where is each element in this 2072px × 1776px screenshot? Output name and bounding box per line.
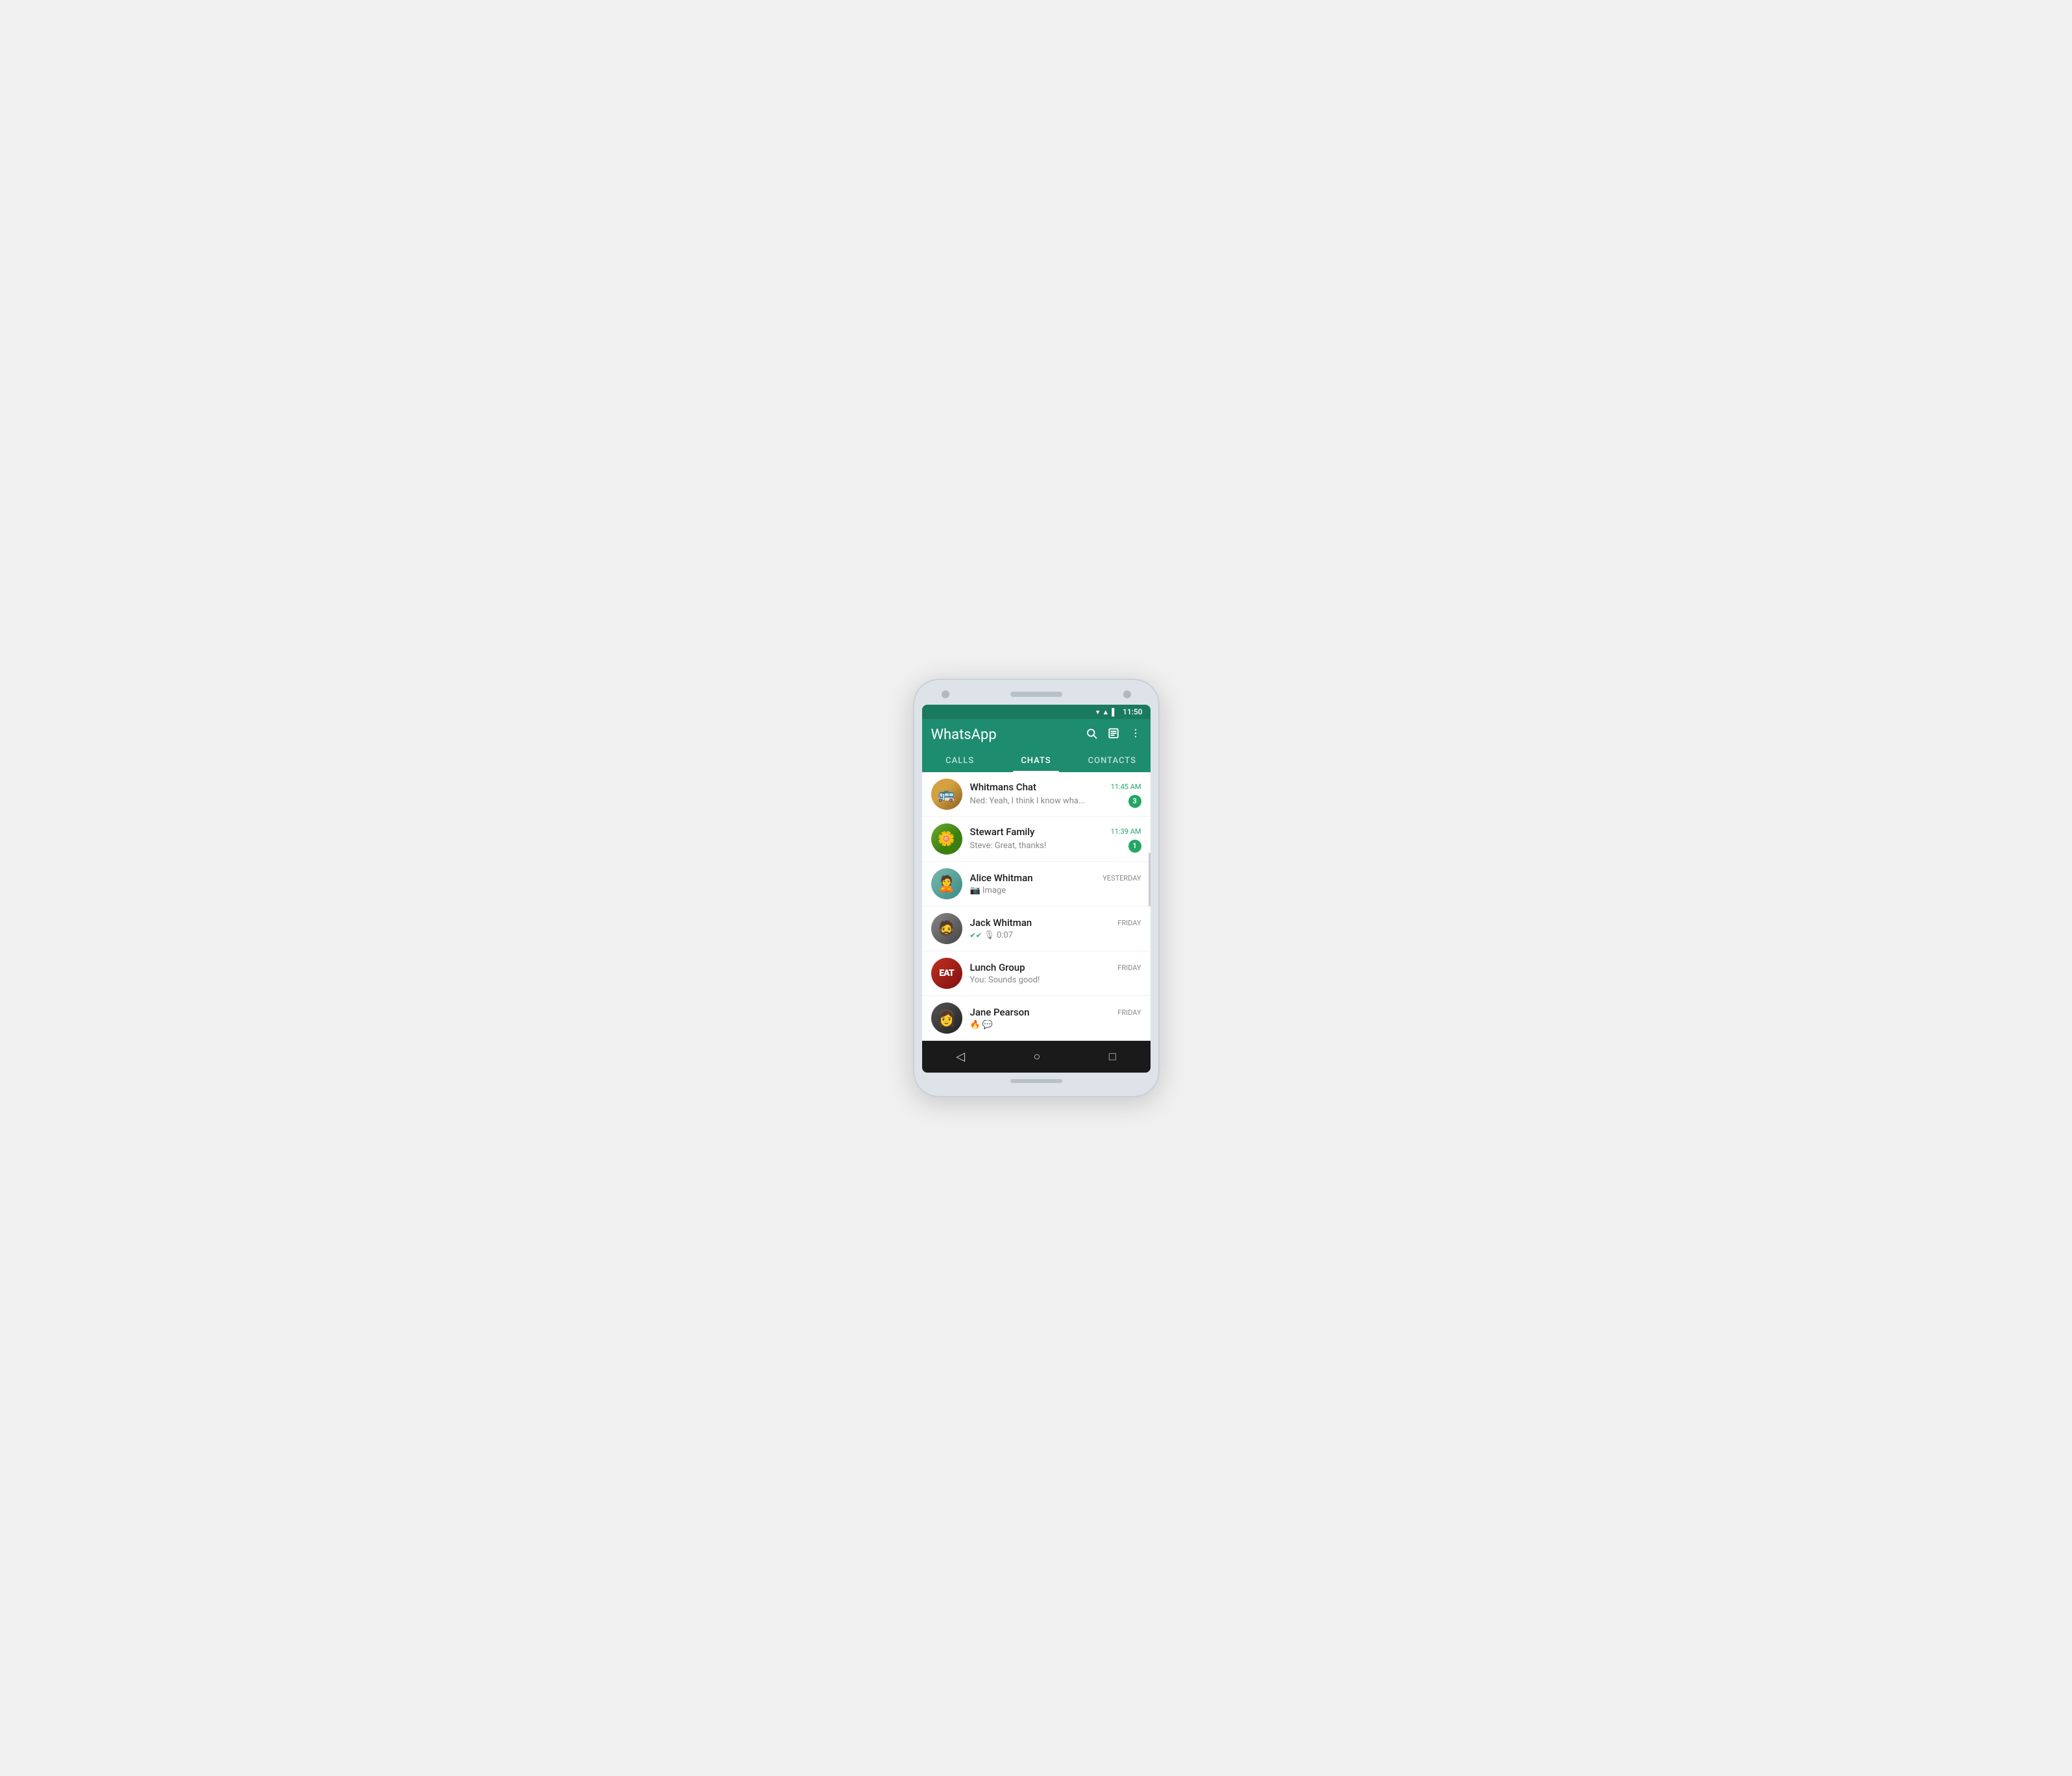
mic-icon: 🎙 — [984, 931, 995, 940]
chat-time-lunch: FRIDAY — [1117, 964, 1141, 972]
chat-time-jane: FRIDAY — [1117, 1008, 1141, 1017]
chat-name-jane: Jane Pearson — [970, 1006, 1030, 1018]
chat-content-jane: Jane Pearson FRIDAY 🔥 💬 — [970, 1006, 1141, 1030]
phone-speaker — [1010, 692, 1062, 697]
phone-top-bar — [922, 690, 1151, 705]
app-title: WhatsApp — [931, 727, 997, 743]
front-camera — [942, 690, 949, 698]
header-actions — [1086, 727, 1141, 742]
signal-icon: ▲ — [1102, 708, 1109, 716]
status-time: 11:50 — [1123, 707, 1142, 716]
chat-top-lunch: Lunch Group FRIDAY — [970, 962, 1141, 973]
avatar-lunch: EAT — [931, 958, 962, 989]
chat-preview-whitmans: Ned: Yeah, I think I know wha... — [970, 796, 1123, 806]
front-camera-2 — [1123, 690, 1131, 698]
unread-badge-stewart: 1 — [1128, 840, 1141, 853]
chat-name-alice: Alice Whitman — [970, 872, 1033, 884]
chat-preview-stewart: Steve: Great, thanks! — [970, 841, 1123, 851]
nav-bar: ◁ ○ □ — [922, 1041, 1151, 1073]
chat-name-lunch: Lunch Group — [970, 962, 1025, 973]
avatar-alice: 🙎 — [931, 868, 962, 899]
chat-item-jack[interactable]: 🧔 Jack Whitman FRIDAY ✔✔ 🎙 0:07 — [922, 906, 1151, 951]
tab-bar: CALLS CHATS CONTACTS — [922, 748, 1151, 772]
recents-button[interactable]: □ — [1109, 1050, 1116, 1064]
battery-icon: ▌ — [1112, 708, 1117, 716]
avatar-stewart: 🌼 — [931, 823, 962, 855]
edit-icon[interactable] — [1108, 727, 1119, 742]
chat-top-jane: Jane Pearson FRIDAY — [970, 1006, 1141, 1018]
chat-top-stewart: Stewart Family 11:39 AM — [970, 826, 1141, 838]
chat-time-whitmans: 11:45 AM — [1111, 783, 1141, 791]
chat-content-lunch: Lunch Group FRIDAY You: Sounds good! — [970, 962, 1141, 985]
avatar-whitmans: 🚌 — [931, 779, 962, 810]
chat-item-whitmans[interactable]: 🚌 Whitmans Chat 11:45 AM Ned: Yeah, I th… — [922, 772, 1151, 817]
chat-content-alice: Alice Whitman YESTERDAY 📷 Image — [970, 872, 1141, 895]
double-check-icon: ✔✔ — [970, 931, 982, 940]
tab-chats[interactable]: CHATS — [998, 748, 1074, 772]
status-bar: ▾ ▲ ▌ 11:50 — [922, 705, 1151, 719]
avatar-jane: 👩 — [931, 1003, 962, 1034]
camera-icon: 📷 — [970, 886, 981, 895]
chat-preview-jane: 🔥 💬 — [970, 1020, 1141, 1030]
phone-device: ▾ ▲ ▌ 11:50 WhatsApp — [913, 679, 1160, 1097]
tab-calls[interactable]: CALLS — [922, 748, 998, 772]
status-icons: ▾ ▲ ▌ — [1096, 708, 1117, 716]
chat-item-alice[interactable]: 🙎 Alice Whitman YESTERDAY 📷 Image — [922, 862, 1151, 906]
chat-name-whitmans: Whitmans Chat — [970, 781, 1037, 793]
unread-badge-whitmans: 3 — [1128, 795, 1141, 808]
chat-bottom-whitmans: Ned: Yeah, I think I know wha... 3 — [970, 795, 1141, 808]
app-header: WhatsApp — [922, 719, 1151, 748]
home-bar — [1010, 1079, 1062, 1083]
chat-name-jack: Jack Whitman — [970, 917, 1032, 929]
chat-time-jack: FRIDAY — [1117, 919, 1141, 927]
more-options-icon[interactable] — [1130, 727, 1141, 742]
chat-list: 🚌 Whitmans Chat 11:45 AM Ned: Yeah, I th… — [922, 772, 1151, 1041]
chat-top-whitmans: Whitmans Chat 11:45 AM — [970, 781, 1141, 793]
chat-time-stewart: 11:39 AM — [1111, 827, 1141, 836]
back-button[interactable]: ◁ — [956, 1050, 965, 1064]
chat-item-stewart[interactable]: 🌼 Stewart Family 11:39 AM Steve: Great, … — [922, 817, 1151, 862]
tab-contacts[interactable]: CONTACTS — [1074, 748, 1150, 772]
chat-top-alice: Alice Whitman YESTERDAY — [970, 872, 1141, 884]
phone-screen: ▾ ▲ ▌ 11:50 WhatsApp — [922, 705, 1151, 1073]
phone-bottom-bar — [922, 1073, 1151, 1086]
chat-name-stewart: Stewart Family — [970, 826, 1035, 838]
chat-bottom-lunch: You: Sounds good! — [970, 975, 1141, 985]
chat-top-jack: Jack Whitman FRIDAY — [970, 917, 1141, 929]
chat-bottom-stewart: Steve: Great, thanks! 1 — [970, 840, 1141, 853]
chat-bottom-jack: ✔✔ 🎙 0:07 — [970, 931, 1141, 940]
chat-preview-jack: ✔✔ 🎙 0:07 — [970, 931, 1141, 940]
chat-bottom-jane: 🔥 💬 — [970, 1020, 1141, 1030]
chat-content-stewart: Stewart Family 11:39 AM Steve: Great, th… — [970, 826, 1141, 853]
wifi-icon: ▾ — [1096, 708, 1100, 716]
chat-item-lunch[interactable]: EAT Lunch Group FRIDAY You: Sounds good! — [922, 951, 1151, 996]
chat-content-whitmans: Whitmans Chat 11:45 AM Ned: Yeah, I thin… — [970, 781, 1141, 808]
avatar-jack: 🧔 — [931, 913, 962, 944]
chat-item-jane[interactable]: 👩 Jane Pearson FRIDAY 🔥 💬 — [922, 996, 1151, 1041]
chat-content-jack: Jack Whitman FRIDAY ✔✔ 🎙 0:07 — [970, 917, 1141, 940]
home-button[interactable]: ○ — [1034, 1050, 1041, 1064]
search-icon[interactable] — [1086, 727, 1097, 742]
chat-time-alice: YESTERDAY — [1103, 874, 1141, 882]
chat-preview-lunch: You: Sounds good! — [970, 975, 1141, 985]
scroll-indicator — [1149, 853, 1151, 906]
chat-bottom-alice: 📷 Image — [970, 886, 1141, 895]
chat-preview-alice: 📷 Image — [970, 886, 1141, 895]
